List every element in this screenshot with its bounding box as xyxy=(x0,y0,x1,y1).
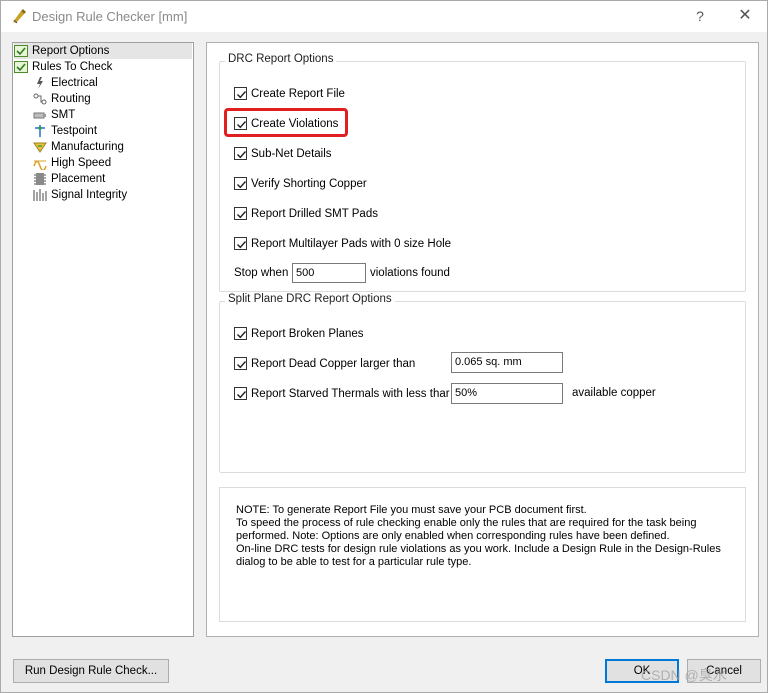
signal-integrity-icon xyxy=(33,188,47,202)
routing-icon xyxy=(33,92,47,106)
checkbox-box[interactable] xyxy=(234,387,247,400)
placement-icon xyxy=(33,172,47,186)
run-drc-button[interactable]: Run Design Rule Check... xyxy=(13,659,169,683)
group-title: DRC Report Options xyxy=(225,53,337,65)
electrical-icon xyxy=(33,76,47,90)
checkbox-box[interactable] xyxy=(234,237,247,250)
checkbox-box[interactable] xyxy=(234,327,247,340)
title-bar: Design Rule Checker [mm] ? ✕ xyxy=(1,1,767,32)
high-speed-icon xyxy=(33,156,47,172)
app-icon xyxy=(11,8,27,24)
window-title: Design Rule Checker [mm] xyxy=(32,9,188,24)
manufacturing-icon xyxy=(33,140,47,154)
split-plane-options-group: Split Plane DRC Report Options Report Br… xyxy=(219,293,746,473)
group-title: Split Plane DRC Report Options xyxy=(225,293,395,305)
watermark: CSDN @臭水 xyxy=(641,667,727,683)
drc-dialog: Design Rule Checker [mm] ? ✕ Report Opti… xyxy=(0,0,768,693)
checkbox-box[interactable] xyxy=(234,87,247,100)
report-options-panel: DRC Report Options Create Report File Cr… xyxy=(206,42,759,637)
checkbox-box[interactable] xyxy=(234,147,247,160)
checkbox-box[interactable] xyxy=(234,117,247,130)
note-box: NOTE: To generate Report File you must s… xyxy=(219,487,746,622)
stop-when-label: Stop when xyxy=(234,267,289,279)
note-text: NOTE: To generate Report File you must s… xyxy=(236,504,721,568)
checkbox-box[interactable] xyxy=(234,207,247,220)
available-copper-label: available copper xyxy=(572,387,656,399)
violations-found-label: violations found xyxy=(370,267,450,279)
starved-thermals-input[interactable]: 50% xyxy=(451,383,563,404)
dead-copper-input[interactable]: 0.065 sq. mm xyxy=(451,352,563,373)
drc-report-options-group: DRC Report Options Create Report File Cr… xyxy=(219,53,746,292)
tree-item-report-options[interactable]: Report Options xyxy=(14,43,192,59)
options-tree: Report Options Rules To Check Electrical… xyxy=(12,42,194,637)
close-button[interactable]: ✕ xyxy=(734,6,756,26)
help-button[interactable]: ? xyxy=(689,6,711,26)
testpoint-icon xyxy=(33,124,47,138)
stop-when-input[interactable]: 500 xyxy=(292,263,366,283)
smt-icon xyxy=(33,108,47,122)
report-options-icon xyxy=(14,44,28,58)
rules-to-check-icon xyxy=(14,60,28,74)
checkbox-box[interactable] xyxy=(234,357,247,370)
checkbox-box[interactable] xyxy=(234,177,247,190)
